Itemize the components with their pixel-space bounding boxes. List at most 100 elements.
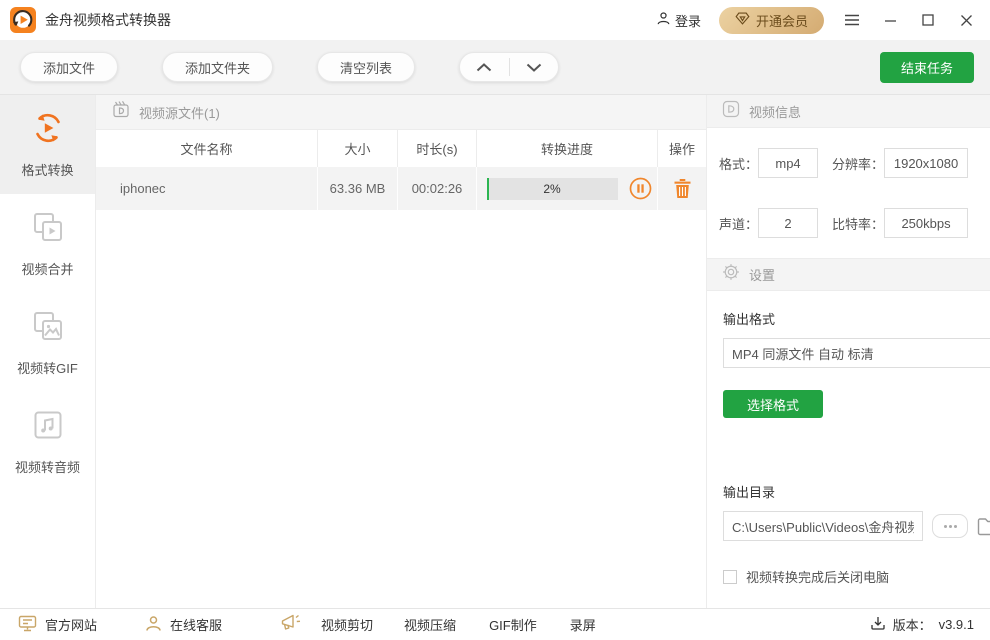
clear-list-button[interactable]: 清空列表: [317, 52, 415, 82]
shutdown-checkbox[interactable]: [723, 570, 737, 584]
sidebar-item-video-merge[interactable]: 视频合并: [0, 194, 95, 293]
add-file-button[interactable]: 添加文件: [20, 52, 118, 82]
titlebar: 金舟视频格式转换器 登录 开通会员: [0, 0, 990, 40]
output-dir-row: [723, 511, 990, 541]
settings-title: 设置: [749, 265, 775, 284]
output-dir-input[interactable]: [723, 511, 923, 541]
login-label: 登录: [675, 11, 701, 30]
video-info-icon: [722, 100, 740, 123]
channels-label: 声道：: [719, 214, 758, 233]
version-label: 版本：: [893, 615, 932, 634]
film-icon: [112, 100, 131, 124]
column-header-duration: 时长(s): [398, 130, 477, 167]
app-window: 金舟视频格式转换器 登录 开通会员: [0, 0, 990, 640]
app-identity: 金舟视频格式转换器: [10, 7, 171, 33]
support-person-icon: [145, 615, 162, 635]
statusbar: 官方网站 在线客服 视频剪切 视频压缩 GIF制作 录屏: [0, 608, 990, 640]
minimize-button[interactable]: [880, 10, 900, 30]
settings-content: 输出格式 选择格式 输出目录 视频转换完成后关闭电脑: [707, 291, 990, 608]
video-merge-icon: [30, 209, 66, 250]
progress-label: 2%: [487, 178, 618, 200]
megaphone-icon: [280, 613, 301, 637]
open-folder-icon[interactable]: [977, 517, 990, 536]
column-header-size: 大小: [318, 130, 398, 167]
vip-button[interactable]: 开通会员: [719, 7, 824, 34]
settings-header: 设置: [707, 258, 990, 291]
file-duration: 00:02:26: [398, 167, 477, 210]
feature-screen-record[interactable]: 录屏: [570, 615, 596, 634]
toolbar: 添加文件 添加文件夹 清空列表 结束任务: [0, 40, 990, 95]
online-support-label: 在线客服: [170, 615, 222, 634]
sidebar-item-video-to-audio[interactable]: 视频转音频: [0, 392, 95, 491]
delete-icon[interactable]: [673, 178, 692, 199]
column-header-filename: 文件名称: [96, 130, 318, 167]
channels-value: 2: [758, 208, 818, 238]
browse-button[interactable]: [932, 514, 968, 538]
right-panel: 视频信息 格式： mp4 分辨率： 1920x1080 声道： 2 比特率： 2…: [706, 95, 990, 608]
table-header: 文件名称 大小 时长(s) 转换进度 操作: [96, 130, 706, 167]
video-to-gif-icon: [30, 308, 66, 349]
menu-button[interactable]: [842, 10, 862, 30]
body: 格式转换 视频合并: [0, 95, 990, 608]
feature-gif-maker[interactable]: GIF制作: [489, 615, 537, 634]
info-row: 格式： mp4 分辨率： 1920x1080: [719, 148, 990, 178]
file-size: 63.36 MB: [318, 167, 398, 210]
pause-button[interactable]: [629, 177, 652, 200]
sidebar-item-label: 视频转GIF: [17, 358, 78, 377]
official-site-link[interactable]: 官方网站: [18, 615, 97, 635]
sidebar: 格式转换 视频合并: [0, 95, 96, 608]
output-dir-label: 输出目录: [723, 482, 990, 501]
video-info-header: 视频信息: [707, 95, 990, 128]
close-button[interactable]: [956, 10, 976, 30]
official-site-label: 官方网站: [45, 615, 97, 634]
gem-icon: [735, 12, 750, 28]
file-name: iphonec: [96, 167, 318, 210]
sidebar-item-format-convert[interactable]: 格式转换: [0, 95, 95, 194]
choose-format-button[interactable]: 选择格式: [723, 390, 823, 418]
info-row: 声道： 2 比特率： 250kbps: [719, 208, 990, 238]
resolution-value: 1920x1080: [884, 148, 968, 178]
shutdown-label: 视频转换完成后关闭电脑: [746, 567, 889, 586]
file-list-panel: 视频源文件(1) 文件名称 大小 时长(s) 转换进度 操作 iphonec 6…: [96, 95, 706, 608]
reorder-control: [459, 52, 559, 82]
bitrate-value: 250kbps: [884, 208, 968, 238]
output-format-input[interactable]: [723, 338, 990, 368]
output-format-label: 输出格式: [723, 309, 990, 328]
source-files-header: 视频源文件(1): [96, 95, 706, 130]
feature-video-compress[interactable]: 视频压缩: [404, 615, 456, 634]
column-header-actions: 操作: [658, 130, 706, 167]
sidebar-item-label: 视频合并: [21, 259, 73, 278]
sidebar-item-label: 格式转换: [21, 160, 73, 179]
format-convert-icon: [30, 110, 66, 151]
move-up-button[interactable]: [460, 53, 509, 81]
table-row[interactable]: iphonec 63.36 MB 00:02:26 2%: [96, 167, 706, 210]
move-down-button[interactable]: [510, 53, 559, 81]
progress-bar: 2%: [487, 178, 618, 200]
version-value: v3.9.1: [939, 617, 974, 632]
progress-cell: 2%: [477, 167, 658, 210]
online-support-link[interactable]: 在线客服: [145, 615, 222, 635]
app-logo-icon: [10, 7, 36, 33]
login-button[interactable]: 登录: [656, 11, 701, 30]
feature-video-cut[interactable]: 视频剪切: [321, 615, 373, 634]
monitor-icon: [18, 615, 37, 635]
end-task-button[interactable]: 结束任务: [880, 52, 974, 83]
vip-label: 开通会员: [756, 11, 808, 30]
resolution-label: 分辨率：: [832, 154, 884, 173]
gear-icon: [722, 263, 740, 286]
source-files-title: 视频源文件(1): [139, 103, 220, 122]
bitrate-label: 比特率：: [832, 214, 884, 233]
video-info-content: 格式： mp4 分辨率： 1920x1080 声道： 2 比特率： 250kbp…: [707, 128, 990, 258]
app-title: 金舟视频格式转换器: [45, 10, 171, 30]
maximize-button[interactable]: [918, 10, 938, 30]
add-folder-button[interactable]: 添加文件夹: [162, 52, 273, 82]
video-to-audio-icon: [30, 407, 66, 448]
shutdown-option: 视频转换完成后关闭电脑: [723, 567, 990, 586]
sidebar-item-video-to-gif[interactable]: 视频转GIF: [0, 293, 95, 392]
actions-cell: [658, 167, 706, 210]
update-download-icon[interactable]: [870, 615, 886, 634]
column-header-progress: 转换进度: [477, 130, 658, 167]
format-label: 格式：: [719, 154, 758, 173]
video-info-title: 视频信息: [749, 102, 801, 121]
sidebar-item-label: 视频转音频: [15, 457, 80, 476]
